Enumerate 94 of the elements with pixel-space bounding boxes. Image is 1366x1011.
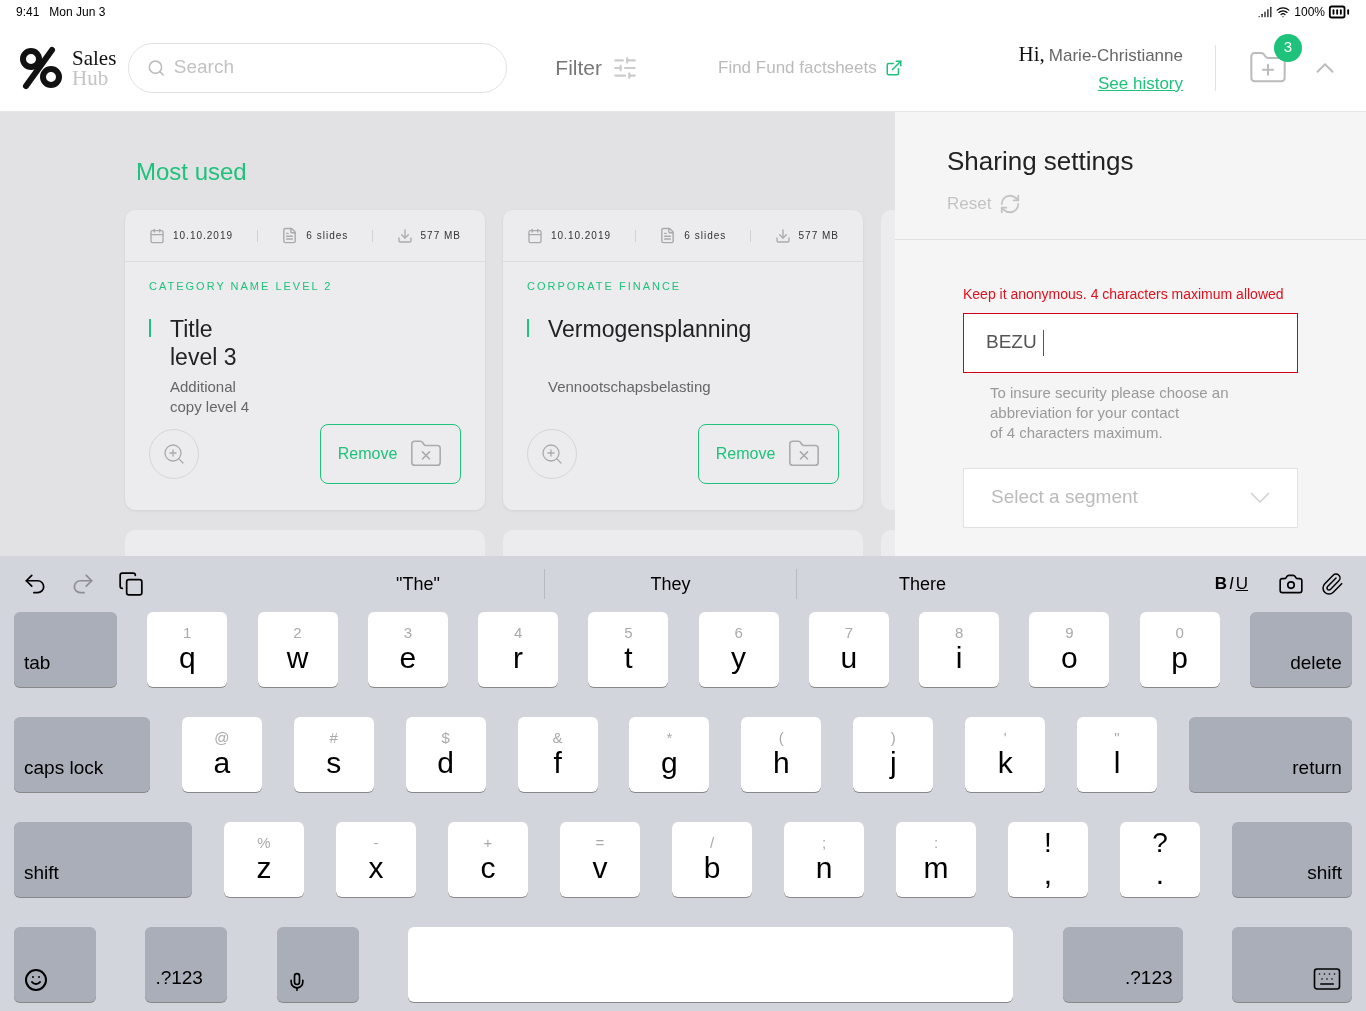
key[interactable]: # s: [293, 717, 374, 792]
zoom-button[interactable]: [527, 429, 577, 479]
function-key[interactable]: return: [1188, 717, 1352, 792]
logo-text: Sales: [72, 47, 117, 68]
paste-icon[interactable]: [118, 571, 144, 597]
key[interactable]: 5 t: [588, 612, 669, 687]
download-icon: [396, 227, 413, 244]
key[interactable]: / b: [672, 822, 752, 897]
key[interactable]: ; n: [784, 822, 864, 897]
zoom-button[interactable]: [149, 429, 199, 479]
logo-text: Hub: [72, 67, 110, 88]
panel-title: Sharing settings: [947, 145, 1135, 178]
zoom-in-icon: [162, 442, 186, 466]
function-key[interactable]: tab: [14, 612, 117, 687]
status-date: Mon Jun 3: [49, 4, 106, 21]
category-label: CORPORATE FINANCE: [527, 279, 683, 294]
key[interactable]: 7 u: [808, 612, 889, 687]
status-time: 9:41: [16, 4, 40, 21]
count-badge: 3: [1274, 33, 1302, 62]
format-button[interactable]: U: [1235, 571, 1248, 597]
abbreviation-field[interactable]: BEZU: [963, 312, 1298, 373]
function-key[interactable]: shift: [14, 822, 192, 897]
format-button[interactable]: I: [1229, 571, 1234, 597]
date-text: 10.10.2019: [551, 229, 612, 243]
user-name: Marie-Christianne: [1048, 45, 1183, 67]
error-message: Keep it anonymous. 4 characters maximum allowed: [963, 284, 1285, 304]
date-text: 10.10.2019: [173, 229, 234, 243]
function-key[interactable]: .?123: [1062, 927, 1183, 1002]
function-key[interactable]: caps lock: [14, 717, 150, 792]
file-size: 577 MB: [420, 229, 461, 243]
key[interactable]: 0 p: [1139, 612, 1220, 687]
key[interactable]: 8 i: [919, 612, 1000, 687]
key[interactable]: 6 y: [698, 612, 779, 687]
emoji-key[interactable]: [14, 927, 96, 1002]
help-text: To insure security please choose an abbreviation for your contact of 4 characters maximum.: [990, 382, 1230, 443]
suggestion-button[interactable]: They: [544, 569, 796, 599]
key[interactable]: ) j: [853, 717, 934, 792]
slides-count: 6 slides: [306, 229, 349, 243]
card-title: Vermogensplanning: [548, 314, 752, 343]
paperclip-icon[interactable]: [1320, 572, 1344, 596]
logo-icon: [18, 45, 64, 90]
card-subtitle: Vennootschapsbelasting: [548, 376, 712, 397]
card-title: Title level 3: [170, 314, 237, 371]
greeting: Hi,: [1018, 41, 1045, 68]
wifi-icon: [1276, 5, 1291, 19]
battery-percent: 100%: [1294, 4, 1325, 21]
category-label: CATEGORY NAME LEVEL 2: [149, 279, 334, 294]
function-key[interactable]: .?123: [145, 927, 228, 1002]
chevron-down-icon: [1250, 492, 1270, 503]
filter-icon: [612, 54, 638, 81]
key[interactable]: = v: [560, 822, 640, 897]
file-size: 577 MB: [798, 229, 839, 243]
pdf-file-icon: [659, 227, 677, 244]
card-subtitle: Additional copy level 4: [170, 376, 251, 417]
key[interactable]: & f: [517, 717, 598, 792]
search-input[interactable]: Search: [173, 53, 489, 82]
key[interactable]: : m: [896, 822, 976, 897]
hide-keyboard-key[interactable]: [1231, 927, 1352, 1002]
external-link-icon: [884, 58, 903, 77]
calendar-icon: [527, 227, 543, 244]
refresh-icon: [999, 192, 1022, 215]
function-key[interactable]: shift: [1232, 822, 1352, 897]
search-field[interactable]: Search: [128, 42, 508, 93]
key[interactable]: 1 q: [147, 612, 228, 687]
function-key[interactable]: delete: [1249, 612, 1352, 687]
key[interactable]: * g: [629, 717, 710, 792]
key[interactable]: ' k: [965, 717, 1046, 792]
signal-icon: [1258, 5, 1273, 19]
microphone-key[interactable]: [276, 927, 359, 1002]
key[interactable]: " l: [1077, 717, 1157, 792]
format-button[interactable]: B: [1214, 571, 1227, 597]
pdf-file-icon: [281, 227, 299, 244]
key[interactable]: ( h: [741, 717, 822, 792]
key[interactable]: $ d: [405, 717, 486, 792]
key[interactable]: % z: [224, 822, 304, 897]
key[interactable]: ! ,: [1008, 822, 1088, 897]
zoom-in-icon: [540, 442, 564, 466]
key[interactable]: 4 r: [478, 612, 559, 687]
key[interactable]: - x: [336, 822, 416, 897]
filter-button[interactable]: Filter: [555, 51, 638, 84]
calendar-icon: [149, 227, 165, 244]
section-title: Most used: [136, 157, 248, 187]
search-icon: [147, 57, 166, 78]
key[interactable]: 2 w: [257, 612, 338, 687]
key[interactable]: + c: [448, 822, 528, 897]
key[interactable]: 3 e: [367, 612, 448, 687]
key[interactable]: 9 o: [1029, 612, 1110, 687]
slides-count: 6 slides: [684, 229, 727, 243]
suggestion-button[interactable]: There: [796, 569, 1048, 599]
key[interactable]: ? .: [1120, 822, 1200, 897]
key[interactable]: @ a: [181, 717, 262, 792]
suggestion-button[interactable]: "The": [292, 569, 544, 599]
download-icon: [774, 227, 791, 244]
smiley-icon: [24, 968, 48, 992]
